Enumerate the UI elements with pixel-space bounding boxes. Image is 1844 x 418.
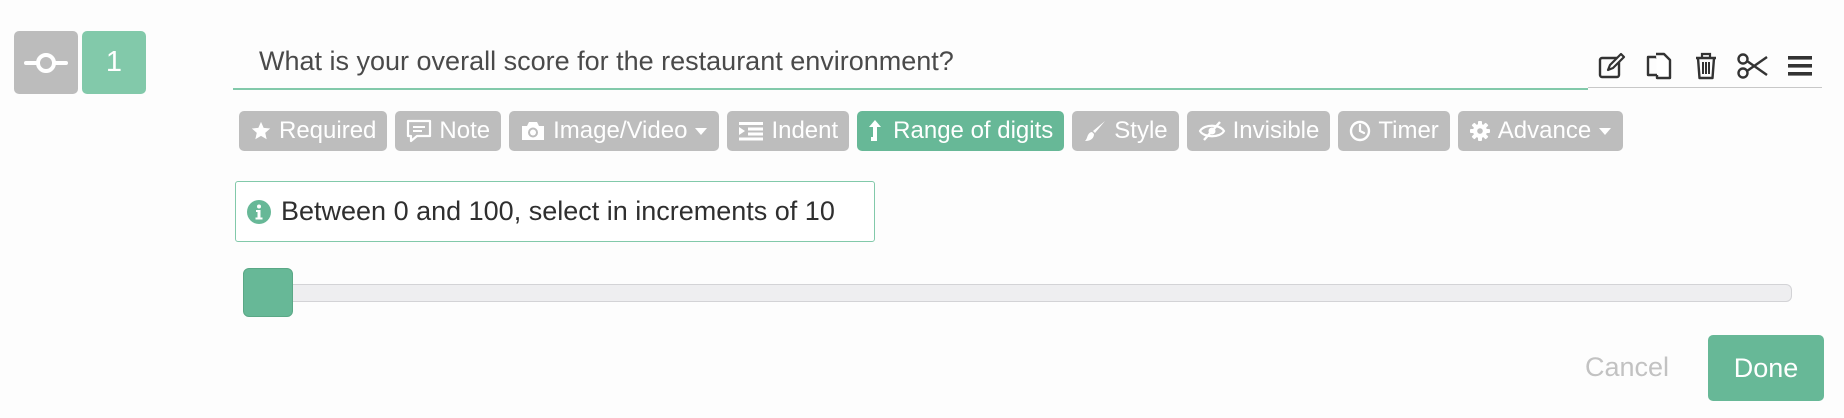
question-input-wrapper [233, 36, 1588, 90]
advance-option[interactable]: Advance [1457, 111, 1624, 151]
caret-down-icon [1599, 128, 1612, 135]
paintbrush-icon [1085, 121, 1106, 141]
slider-icon [24, 52, 68, 73]
required-option[interactable]: Required [239, 111, 388, 151]
edit-icon[interactable] [1596, 50, 1628, 82]
level-up-icon [869, 120, 882, 141]
menu-icon[interactable] [1784, 50, 1816, 82]
question-toolbar [1596, 48, 1816, 84]
question-editor: 1 What is your overall score for the res… [0, 0, 1844, 418]
note-label: Note [439, 117, 491, 144]
style-label: Style [1114, 117, 1168, 144]
slider-type-badge[interactable] [14, 31, 78, 94]
style-option[interactable]: Style [1072, 111, 1179, 151]
timer-label: Timer [1378, 117, 1439, 144]
indent-label: Indent [771, 117, 839, 144]
invisible-option[interactable]: Invisible [1186, 111, 1331, 151]
question-number-badge: 1 [82, 31, 146, 94]
gear-icon [1469, 121, 1490, 141]
slider-track[interactable] [258, 284, 1792, 302]
note-option[interactable]: Note [395, 111, 502, 151]
caret-down-icon [695, 128, 708, 135]
comment-icon [407, 119, 432, 143]
toolbar-divider [1588, 87, 1822, 88]
range-of-digits-option[interactable]: Range of digits [857, 111, 1065, 151]
range-hint: Between 0 and 100, select in increments … [235, 181, 875, 242]
trash-icon[interactable] [1690, 50, 1722, 82]
scissors-icon[interactable] [1737, 50, 1769, 82]
required-label: Required [279, 117, 377, 144]
range-of-digits-label: Range of digits [893, 117, 1054, 144]
indent-icon [739, 122, 764, 141]
eye-slash-icon [1198, 121, 1225, 141]
question-options: Required Note Image/Video Indent Range o… [239, 111, 1624, 151]
range-hint-text: Between 0 and 100, select in increments … [281, 196, 835, 226]
question-text-input[interactable] [259, 42, 1579, 80]
image-video-option[interactable]: Image/Video [509, 111, 720, 151]
slider-handle[interactable] [243, 268, 293, 317]
advance-label: Advance [1497, 117, 1592, 144]
star-icon [251, 121, 271, 140]
image-video-label: Image/Video [553, 117, 688, 144]
cancel-button[interactable]: Cancel [1572, 345, 1682, 389]
timer-option[interactable]: Timer [1338, 111, 1450, 151]
invisible-label: Invisible [1232, 117, 1320, 144]
copy-icon[interactable] [1643, 50, 1675, 82]
indent-option[interactable]: Indent [727, 111, 850, 151]
clock-icon [1350, 120, 1371, 142]
camera-icon [522, 122, 545, 140]
info-icon [247, 199, 271, 224]
done-button[interactable]: Done [1708, 335, 1824, 401]
